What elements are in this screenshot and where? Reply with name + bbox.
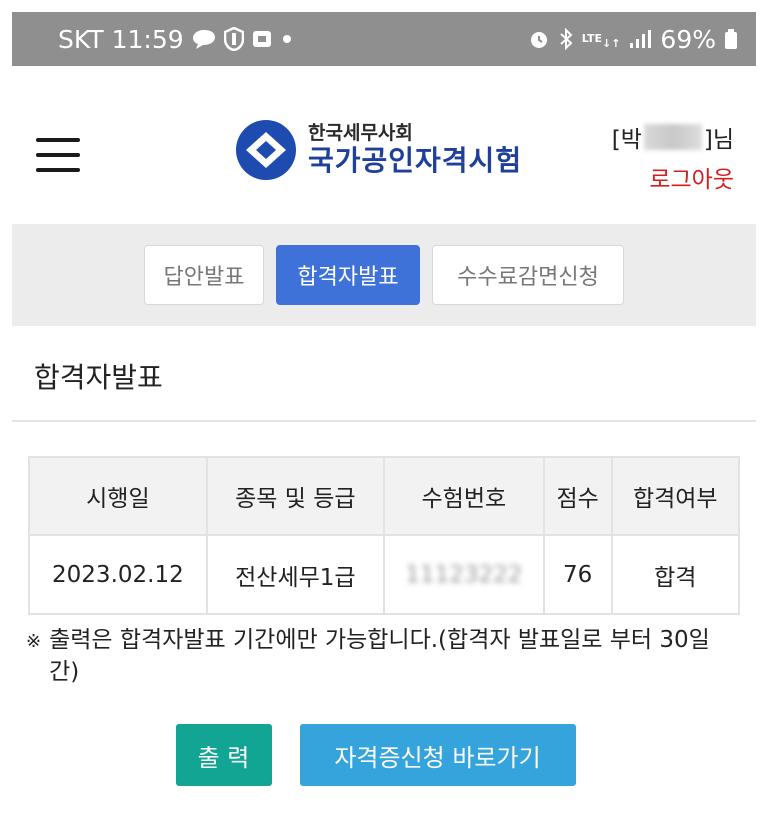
cell-subject: 전산세무1급	[205, 534, 385, 615]
table-row: 2023.02.12 전산세무1급 11123222 76 합격	[28, 534, 741, 615]
site-logo[interactable]: 한국세무사회 국가공인자격시험	[234, 118, 522, 182]
col-result: 합격여부	[610, 456, 741, 536]
notice-text: ※ 출력은 합격자발표 기간에만 가능합니다.(합격자 발표일로 부터 30일간…	[26, 624, 736, 688]
logo-subtitle: 한국세무사회	[308, 122, 413, 144]
battery-percent: 69%	[660, 24, 716, 54]
user-name: [박 ]님	[612, 120, 734, 154]
tab-answer-release[interactable]: 답안발표	[144, 245, 264, 305]
carrier-label: SKT	[58, 24, 104, 54]
col-exam-no: 수험번호	[382, 456, 545, 536]
col-score: 점수	[542, 456, 613, 536]
tab-bar: 답안발표 합격자발표 수수료감면신청	[12, 224, 756, 326]
redacted-name	[643, 124, 702, 150]
cell-date: 2023.02.12	[28, 534, 208, 615]
site-header: 한국세무사회 국가공인자격시험 [박 ]님 로그아웃	[12, 66, 756, 224]
logo-title: 국가공인자격시험	[308, 144, 523, 177]
results-table: 시행일 종목 및 등급 수험번호 점수 합격여부 2023.02.12 전산세무…	[28, 456, 741, 615]
lte-icon: LTE ↓↑	[581, 32, 621, 50]
cell-score: 76	[542, 534, 613, 615]
status-bar: SKT 11:59 LTE ↓↑ 69%	[12, 12, 756, 66]
alarm-icon	[528, 28, 550, 50]
col-subject: 종목 및 등급	[205, 456, 385, 536]
action-buttons: 출 력 자격증신청 바로가기	[0, 724, 773, 786]
divider	[12, 420, 756, 422]
logo-emblem-icon	[236, 120, 296, 180]
notification-icon	[252, 30, 272, 48]
tab-pass-announcement[interactable]: 합격자발표	[276, 245, 420, 305]
certificate-apply-button[interactable]: 자격증신청 바로가기	[299, 724, 576, 786]
notice-body: 출력은 합격자발표 기간에만 가능합니다.(합격자 발표일로 부터 30일간)	[49, 627, 710, 685]
signal-icon	[628, 29, 652, 49]
vpn-icon	[223, 27, 244, 51]
page-title: 합격자발표	[34, 361, 163, 394]
dot-icon	[280, 32, 294, 46]
cell-result: 합격	[610, 534, 741, 615]
battery-icon	[724, 28, 738, 50]
user-area: [박 ]님 로그아웃	[612, 120, 734, 194]
cell-exam-no: 11123222	[382, 534, 545, 615]
bluetooth-icon	[558, 28, 574, 50]
table-header-row: 시행일 종목 및 등급 수험번호 점수 합격여부	[28, 456, 741, 536]
print-button[interactable]: 출 력	[175, 724, 272, 786]
col-date: 시행일	[28, 456, 208, 536]
notice-mark: ※	[26, 631, 42, 652]
clock-time: 11:59	[111, 24, 184, 54]
message-icon	[192, 28, 216, 50]
tab-fee-reduction[interactable]: 수수료감면신청	[432, 245, 624, 305]
menu-icon[interactable]	[36, 138, 80, 172]
logout-link[interactable]: 로그아웃	[612, 160, 734, 194]
